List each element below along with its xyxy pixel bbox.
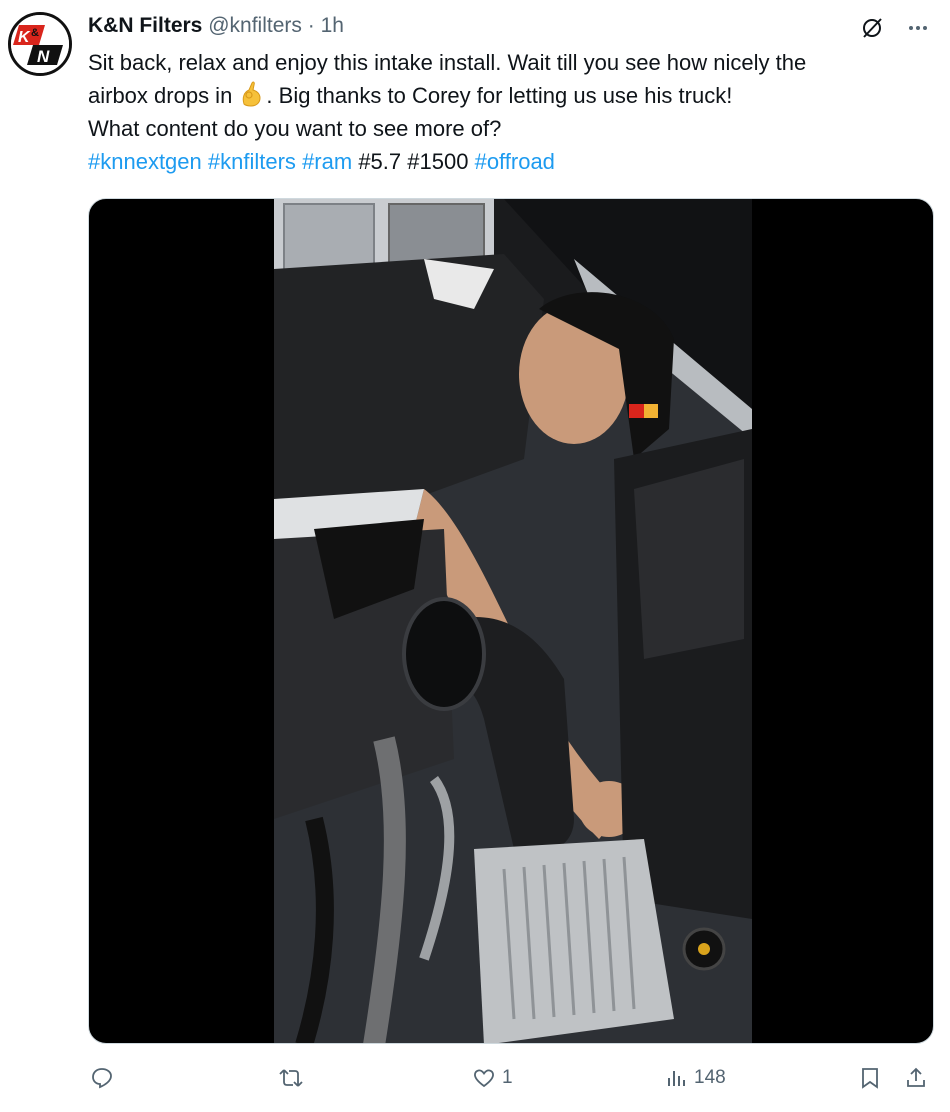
hashtag-knnextgen[interactable]: #knnextgen <box>88 149 202 174</box>
share-button[interactable] <box>904 1066 928 1090</box>
svg-text:N: N <box>37 47 50 66</box>
author-name[interactable]: K&N Filters <box>88 14 202 37</box>
bookmark-icon <box>862 1068 878 1089</box>
view-count: 148 <box>694 1067 726 1088</box>
avatar[interactable]: K & N <box>8 12 72 76</box>
svg-text:&: & <box>31 27 39 39</box>
grok-icon[interactable] <box>858 14 886 42</box>
tweet-line-2-start: airbox drops in <box>88 83 239 108</box>
hashtag-ram[interactable]: #ram <box>302 149 352 174</box>
top-actions <box>858 14 932 42</box>
video-thumbnail-icon <box>274 199 752 1043</box>
cashtag-1500: #1500 <box>407 149 469 174</box>
share-icon <box>907 1067 925 1087</box>
retweet-icon <box>279 1069 303 1087</box>
author-handle[interactable]: @knfilters <box>208 14 302 37</box>
more-options-icon[interactable] <box>904 14 932 42</box>
retweet-button[interactable] <box>278 1066 310 1090</box>
reply-button[interactable] <box>90 1066 120 1090</box>
hashtag-row: #knnextgen #knfilters #ram #5.7 #1500 #o… <box>88 145 938 178</box>
heart-icon <box>474 1069 494 1088</box>
bookmark-button[interactable] <box>858 1066 882 1090</box>
separator-dot: · <box>307 14 315 37</box>
tweet-header: K&N Filters @knfilters · 1h <box>88 12 344 40</box>
hashtag-offroad[interactable]: #offroad <box>475 149 555 174</box>
timestamp[interactable]: 1h <box>321 14 344 37</box>
ok-hand-emoji-icon <box>238 80 266 108</box>
tweet-line-2-end: . Big thanks to Corey for letting us use… <box>266 83 733 108</box>
media-container[interactable] <box>88 198 934 1044</box>
views-button[interactable]: 148 <box>664 1066 726 1090</box>
tweet-line-2: airbox drops in . Big thanks to Corey fo… <box>88 79 938 112</box>
video-frame[interactable] <box>274 199 752 1043</box>
tweet-body: Sit back, relax and enjoy this intake in… <box>88 46 938 178</box>
hashtag-knfilters[interactable]: #knfilters <box>208 149 296 174</box>
tweet-line-1: Sit back, relax and enjoy this intake in… <box>88 50 807 75</box>
like-button[interactable]: 1 <box>472 1066 513 1090</box>
kn-logo-icon: K & N <box>11 15 69 73</box>
tweet-line-3: What content do you want to see more of? <box>88 116 502 141</box>
action-bar: 1 148 <box>88 1066 934 1100</box>
like-count: 1 <box>502 1067 513 1088</box>
svg-text:K: K <box>18 29 31 46</box>
cashtag-5-7: #5.7 <box>358 149 402 174</box>
views-chart-icon <box>668 1071 685 1086</box>
reply-icon <box>92 1068 112 1089</box>
